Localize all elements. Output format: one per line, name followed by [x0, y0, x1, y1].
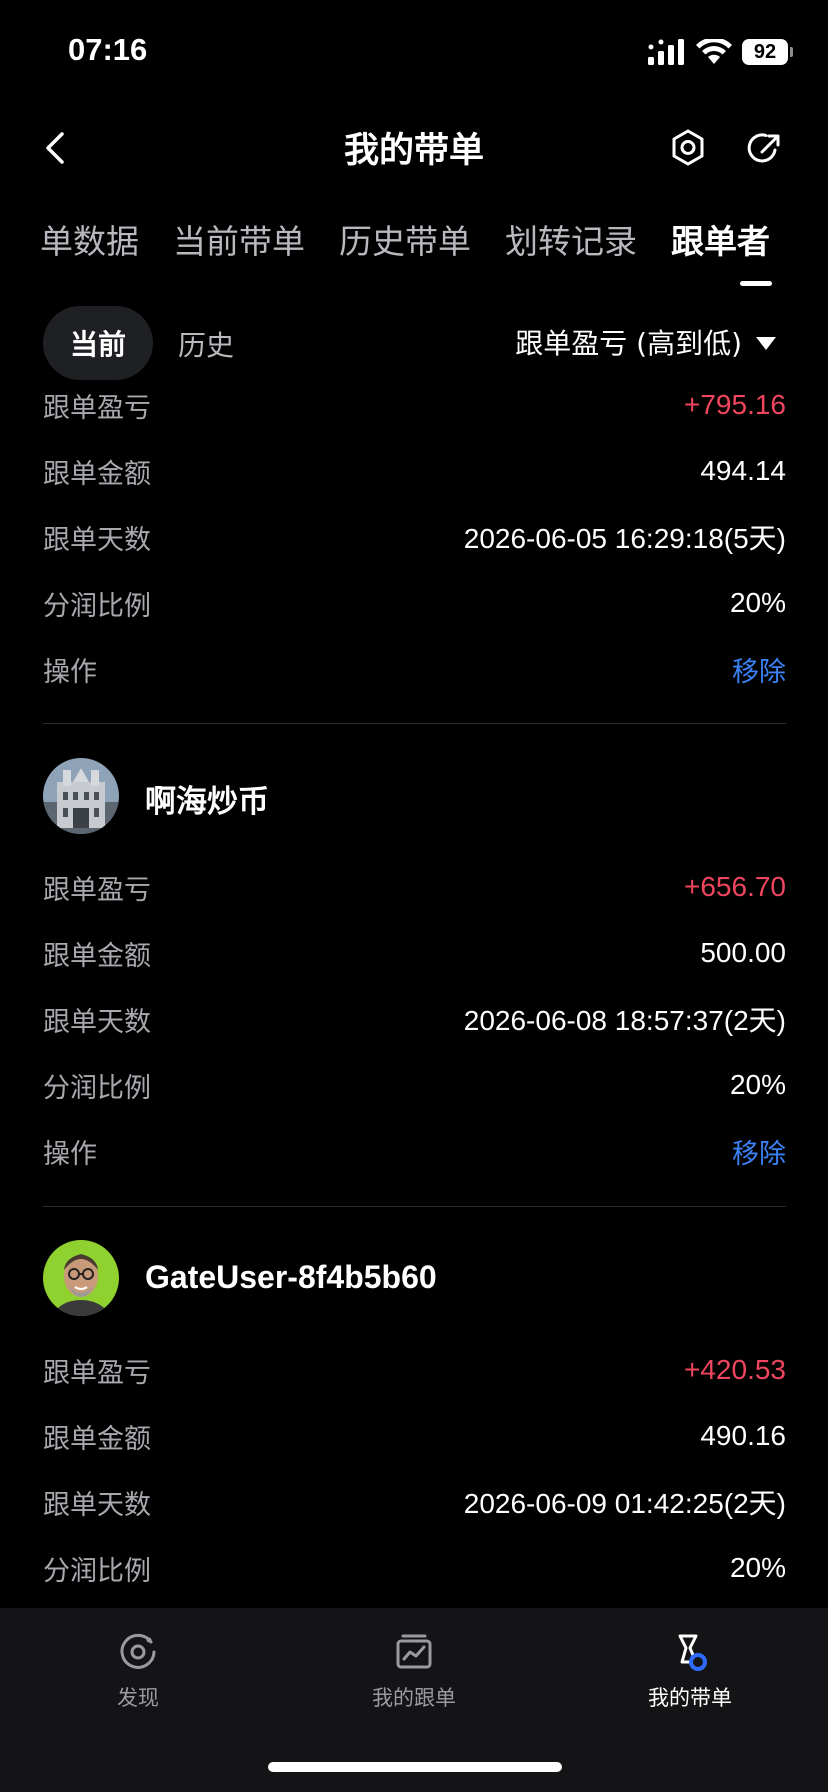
avatar[interactable] — [43, 1240, 119, 1316]
nav-my-copy-trades[interactable]: 我的跟单 — [314, 1632, 514, 1712]
settings-button[interactable] — [668, 126, 708, 170]
share-value: 20% — [729, 1552, 786, 1583]
share-button[interactable] — [744, 126, 784, 170]
days-row: 跟单天数 2026-06-05 16:29:18(5天) — [43, 517, 786, 557]
amount-value: 500.00 — [700, 937, 786, 968]
days-label: 跟单天数 — [43, 524, 151, 556]
divider — [43, 1206, 786, 1207]
settings-hexagon-icon — [672, 129, 704, 166]
active-tab-indicator — [740, 281, 772, 286]
filter-history[interactable]: 历史 — [178, 324, 234, 364]
share-label: 分润比例 — [43, 1072, 151, 1104]
days-label: 跟单天数 — [43, 1489, 151, 1521]
amount-label: 跟单金额 — [43, 940, 151, 972]
remove-button[interactable]: 移除 — [732, 650, 786, 689]
lead-trade-icon — [678, 1634, 707, 1671]
amount-row: 跟单金额 490.16 — [43, 1416, 786, 1456]
tab-current-lead[interactable]: 当前带单 — [173, 215, 305, 263]
follower-name[interactable]: GateUser-8f4b5b60 — [145, 1259, 437, 1296]
pnl-label: 跟单盈亏 — [43, 874, 151, 906]
building-photo-avatar — [43, 758, 119, 834]
action-label: 操作 — [43, 656, 97, 688]
status-time: 07:16 — [68, 32, 148, 67]
days-row: 跟单天数 2026-06-09 01:42:25(2天) — [43, 1482, 786, 1522]
sort-dropdown[interactable]: 跟单盈亏 (高到低) — [515, 322, 776, 362]
share-value: 20% — [729, 587, 786, 618]
dropdown-triangle-icon — [756, 336, 776, 350]
remove-button[interactable]: 移除 — [732, 1132, 786, 1171]
avatar[interactable] — [43, 758, 119, 834]
signal-icon — [648, 39, 684, 65]
amount-value: 494.14 — [700, 455, 786, 486]
days-label: 跟单天数 — [43, 1006, 151, 1038]
tab-history-lead[interactable]: 历史带单 — [339, 215, 471, 263]
status-icons: 92 — [648, 34, 793, 70]
pnl-row: 跟单盈亏 +656.70 — [43, 867, 786, 907]
nav-discover[interactable]: 发现 — [38, 1632, 238, 1712]
pnl-value: +795.16 — [684, 389, 786, 420]
amount-label: 跟单金额 — [43, 458, 151, 490]
filter-current[interactable]: 当前 — [43, 306, 153, 380]
home-indicator — [268, 1762, 562, 1772]
battery-indicator: 92 — [742, 39, 793, 65]
action-label: 操作 — [43, 1138, 97, 1170]
wifi-icon — [696, 39, 732, 64]
pnl-row: 跟单盈亏 +795.16 — [43, 385, 786, 425]
nav-my-lead-trades-label: 我的带单 — [648, 1686, 732, 1710]
share-row: 分润比例 20% — [43, 1548, 786, 1588]
nav-my-copy-trades-label: 我的跟单 — [372, 1686, 456, 1710]
share-row: 分润比例 20% — [43, 1065, 786, 1105]
amount-row: 跟单金额 494.14 — [43, 451, 786, 491]
pnl-row: 跟单盈亏 +420.53 — [43, 1350, 786, 1390]
share-row: 分润比例 20% — [43, 583, 786, 623]
days-value: 2026-06-08 18:57:37(2天) — [463, 1005, 786, 1036]
tab-bar: 单数据 当前带单 历史带单 划转记录 跟单者 — [40, 215, 770, 263]
chart-box-icon — [396, 1634, 432, 1669]
days-value: 2026-06-09 01:42:25(2天) — [463, 1488, 786, 1519]
tab-followers[interactable]: 跟单者 — [671, 215, 770, 263]
pnl-value: +420.53 — [684, 1354, 786, 1385]
pnl-value: +656.70 — [684, 871, 786, 902]
nav-discover-label: 发现 — [117, 1686, 159, 1710]
divider — [43, 723, 786, 724]
amount-value: 490.16 — [700, 1420, 786, 1451]
nav-my-lead-trades[interactable]: 我的带单 — [590, 1632, 790, 1712]
share-label: 分润比例 — [43, 1555, 151, 1587]
tab-transfer-records[interactable]: 划转记录 — [505, 215, 637, 263]
amount-label: 跟单金额 — [43, 1423, 151, 1455]
person-photo-avatar — [43, 1240, 119, 1316]
share-label: 分润比例 — [43, 590, 151, 622]
follower-name[interactable]: 啊海炒币 — [145, 776, 269, 821]
share-value: 20% — [729, 1069, 786, 1100]
days-row: 跟单天数 2026-06-08 18:57:37(2天) — [43, 999, 786, 1039]
action-row: 操作 移除 — [43, 649, 786, 689]
tab-data[interactable]: 单数据 — [40, 215, 139, 263]
amount-row: 跟单金额 500.00 — [43, 933, 786, 973]
days-value: 2026-06-05 16:29:18(5天) — [463, 523, 786, 554]
pnl-label: 跟单盈亏 — [43, 1357, 151, 1389]
pnl-label: 跟单盈亏 — [43, 392, 151, 424]
sort-label: 跟单盈亏 (高到低) — [515, 327, 742, 360]
share-icon — [747, 133, 780, 163]
discover-icon — [120, 1633, 156, 1669]
action-row: 操作 移除 — [43, 1131, 786, 1171]
